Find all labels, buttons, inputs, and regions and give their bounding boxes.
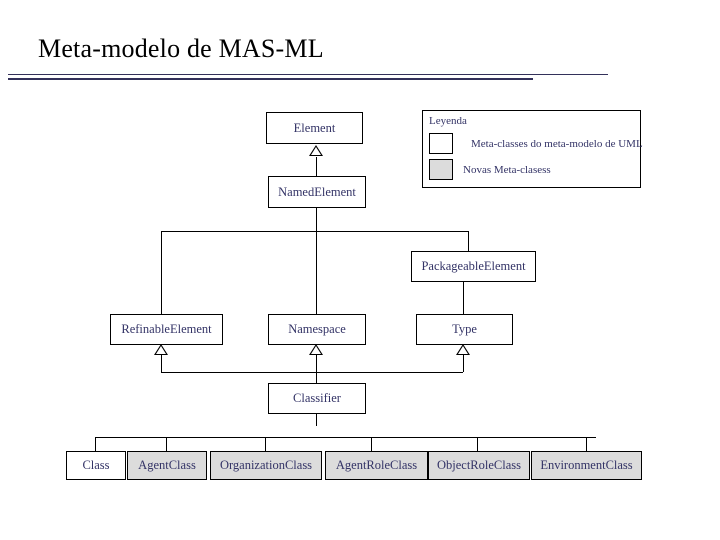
class-node-label: Element bbox=[293, 120, 336, 135]
legend-item-uml-metaclasses: Meta-classes do meta-modelo de UML bbox=[429, 133, 643, 154]
edge-classifier-bus-stem bbox=[316, 372, 317, 383]
legend-label: Meta-classes do meta-modelo de UML bbox=[471, 137, 643, 150]
legend-label: Novas Meta-clasess bbox=[463, 163, 551, 176]
class-node-label: NamedElement bbox=[278, 184, 356, 199]
edge-type-to-packageableelement bbox=[463, 281, 464, 314]
class-node-label: AgentRoleClass bbox=[335, 458, 418, 473]
class-node-label: Type bbox=[452, 322, 477, 337]
class-node-packageableelement[interactable]: PackageableElement bbox=[411, 251, 536, 282]
class-node-label: EnvironmentClass bbox=[540, 458, 633, 473]
edge-bus-to-packageableelement bbox=[468, 231, 469, 252]
class-node-label: OrganizationClass bbox=[219, 458, 313, 473]
class-node-namespace[interactable]: Namespace bbox=[268, 314, 366, 345]
class-node-objectroleclass[interactable]: ObjectRoleClass bbox=[428, 451, 530, 480]
title-rule-top bbox=[8, 74, 608, 75]
edge-classifier-to-refinableelement bbox=[161, 355, 162, 372]
class-node-label: Namespace bbox=[288, 322, 346, 337]
edge-bus-to-agentroleclass bbox=[371, 437, 372, 451]
edge-bus-to-organizationclass bbox=[265, 437, 266, 451]
generalization-arrow-type bbox=[456, 344, 470, 355]
edge-leaf-bus bbox=[95, 437, 596, 438]
class-node-class[interactable]: Class bbox=[66, 451, 126, 480]
edge-classifier-to-type bbox=[463, 355, 464, 372]
edge-bus-to-agentclass bbox=[166, 437, 167, 451]
edge-classifier-bus bbox=[161, 372, 463, 373]
class-node-refinableelement[interactable]: RefinableElement bbox=[110, 314, 223, 345]
legend-swatch-white bbox=[429, 133, 453, 154]
legend-title: Leyenda bbox=[429, 115, 467, 127]
edge-leafbus-stem bbox=[316, 414, 317, 426]
class-node-label: ObjectRoleClass bbox=[436, 458, 521, 473]
class-node-namedelement[interactable]: NamedElement bbox=[268, 176, 366, 208]
edge-namedelement-bus-stem bbox=[316, 207, 317, 231]
legend-swatch-shaded bbox=[429, 159, 453, 180]
class-node-label: RefinableElement bbox=[121, 322, 212, 337]
class-node-label: Class bbox=[82, 458, 110, 473]
edge-classifier-to-namespace bbox=[316, 355, 317, 372]
edge-bus-to-class bbox=[95, 437, 96, 451]
class-node-element[interactable]: Element bbox=[266, 112, 363, 144]
edge-bus-to-environmentclass bbox=[586, 437, 587, 451]
class-node-label: PackageableElement bbox=[421, 259, 526, 274]
class-node-classifier[interactable]: Classifier bbox=[268, 383, 366, 414]
generalization-arrow-element bbox=[309, 145, 323, 156]
class-node-agentclass[interactable]: AgentClass bbox=[127, 451, 207, 480]
class-node-label: AgentClass bbox=[138, 458, 196, 473]
title-rule-bottom bbox=[8, 78, 533, 80]
generalization-arrow-refinableelement bbox=[154, 344, 168, 355]
class-node-agentroleclass[interactable]: AgentRoleClass bbox=[325, 451, 428, 480]
class-node-type[interactable]: Type bbox=[416, 314, 513, 345]
legend-item-new-metaclasses: Novas Meta-clasess bbox=[429, 159, 551, 180]
class-node-label: Classifier bbox=[293, 391, 341, 406]
generalization-arrow-namespace bbox=[309, 344, 323, 355]
edge-bus-to-objectroleclass bbox=[477, 437, 478, 451]
edge-bus-to-namespace bbox=[316, 231, 317, 314]
slide-canvas: Meta-modelo de MAS-ML Element NamedEleme… bbox=[0, 0, 720, 540]
legend-box: Leyenda Meta-classes do meta-modelo de U… bbox=[422, 110, 643, 188]
class-node-organizationclass[interactable]: OrganizationClass bbox=[210, 451, 322, 480]
edge-bus-to-refinableelement bbox=[161, 231, 162, 314]
edge-namedelement-bus bbox=[161, 231, 469, 232]
page-title: Meta-modelo de MAS-ML bbox=[38, 34, 324, 63]
class-node-environmentclass[interactable]: EnvironmentClass bbox=[531, 451, 642, 480]
